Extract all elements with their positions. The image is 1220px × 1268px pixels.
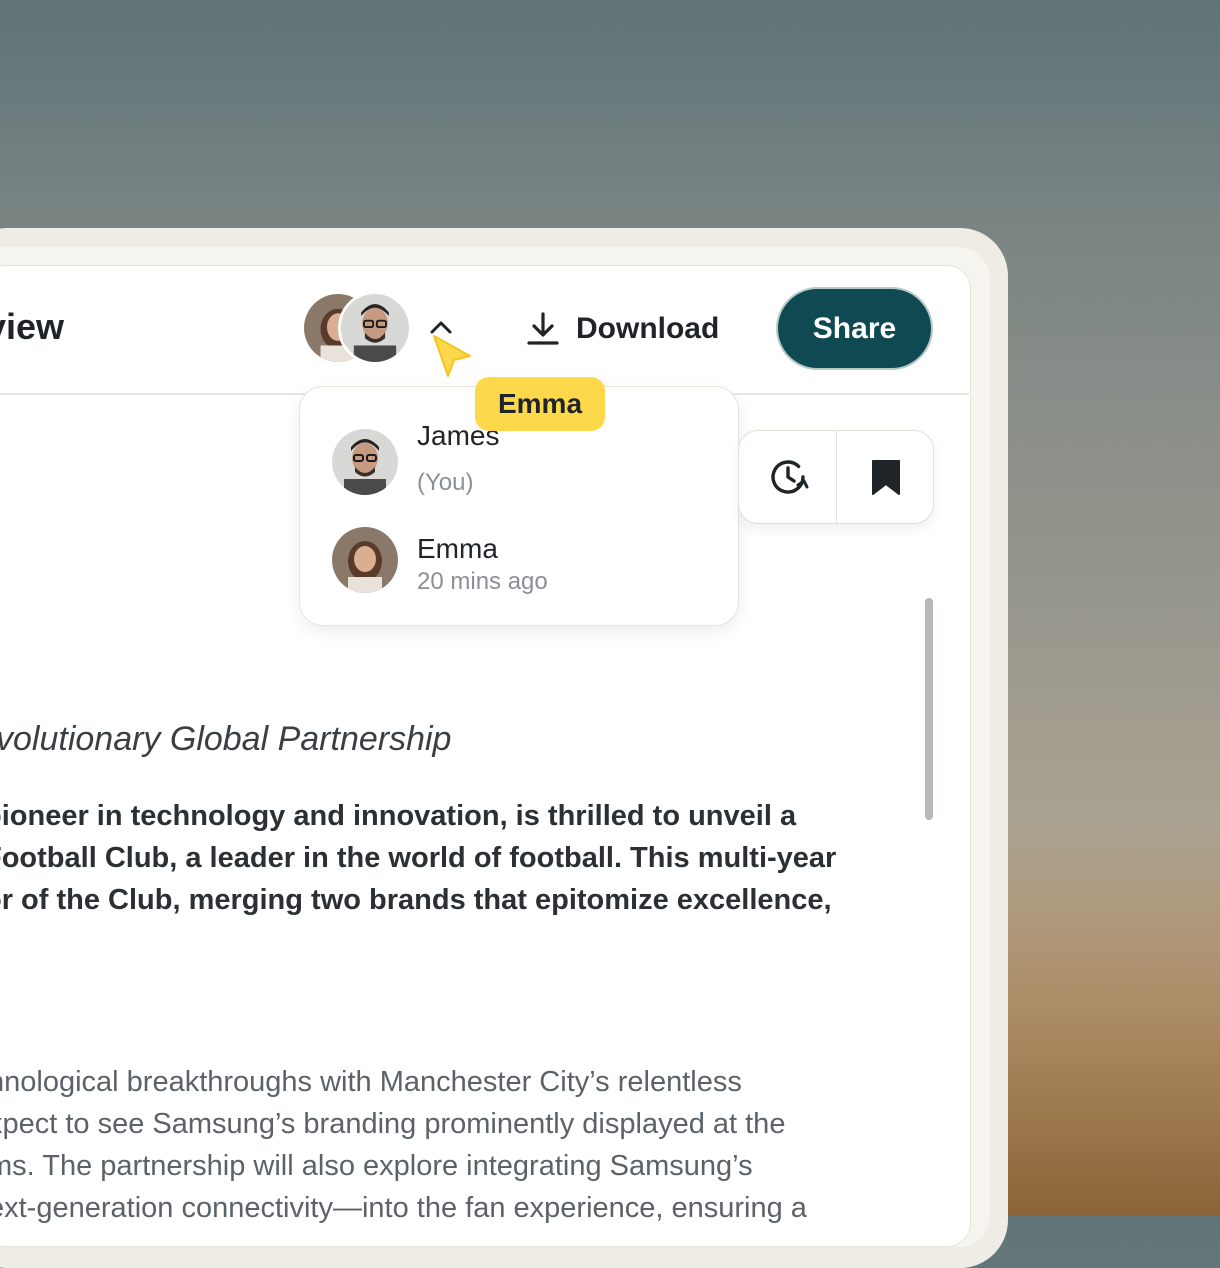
body-line: ext-generation connectivity—into the fan…	[0, 1192, 807, 1224]
body-line: ms. The partnership will also explore in…	[0, 1150, 753, 1182]
avatar-james[interactable]	[338, 291, 412, 365]
document-lead-paragraph: pioneer in technology and innovation, is…	[0, 795, 836, 921]
lead-line: or of the Club, merging two brands that …	[0, 884, 832, 916]
lead-line: pioneer in technology and innovation, is…	[0, 800, 797, 832]
document-subheading: volutionary Global Partnership	[0, 720, 452, 758]
history-clock-icon	[770, 460, 808, 494]
share-button[interactable]: Share	[776, 287, 933, 370]
download-button[interactable]: Download	[524, 306, 719, 352]
collaborator-status: (You)	[417, 469, 474, 496]
collaborator-avatar-james	[332, 429, 398, 495]
collaborator-avatar-emma	[332, 527, 398, 593]
background-grass	[985, 820, 1220, 1216]
history-button[interactable]	[739, 431, 836, 523]
document-tool-group	[738, 430, 934, 524]
collaborator-name: Emma	[417, 533, 498, 564]
collaborator-cursor-icon	[433, 335, 471, 377]
bookmark-button[interactable]	[837, 431, 933, 523]
bookmark-icon	[871, 460, 900, 495]
page-title: view	[0, 306, 65, 347]
download-icon	[527, 312, 559, 345]
body-line: nnological breakthroughs with Manchester…	[0, 1066, 742, 1098]
lead-line: Football Club, a leader in the world of …	[0, 842, 837, 874]
document-scrollbar[interactable]	[925, 598, 933, 820]
avatar-james-image	[341, 294, 409, 362]
collaborator-cursor-tooltip: Emma	[475, 377, 605, 431]
download-label: Download	[576, 312, 720, 345]
body-line: xpect to see Samsung’s branding prominen…	[0, 1108, 786, 1140]
collaborator-status: 20 mins ago	[417, 568, 548, 595]
document-body-paragraph: nnological breakthroughs with Manchester…	[0, 1061, 807, 1229]
share-label: Share	[812, 311, 897, 345]
